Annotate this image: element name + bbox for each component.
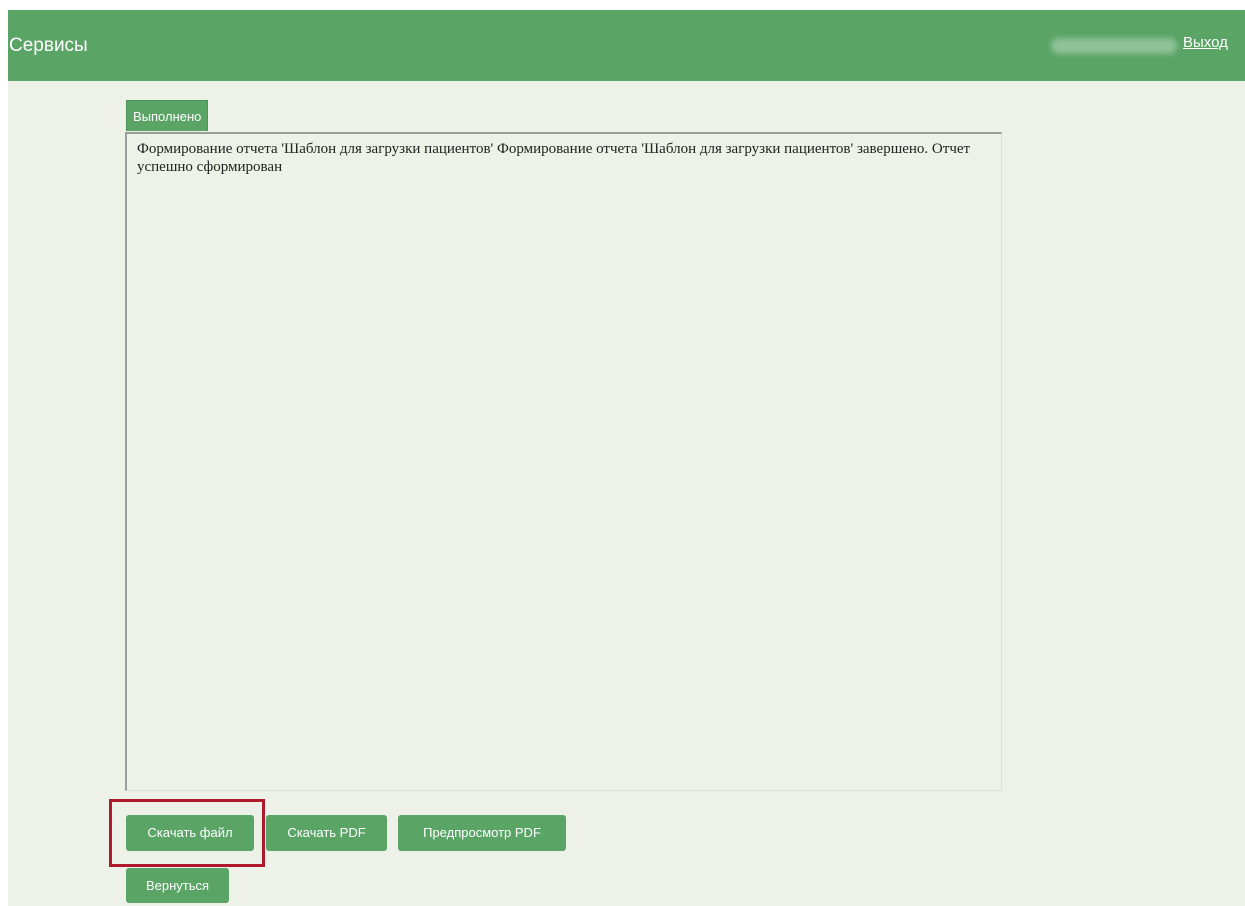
page: Сервисы Выход Выполнено Формирование отч… [8, 10, 1245, 906]
tab-completed[interactable]: Выполнено [126, 100, 209, 131]
header-bar: Сервисы Выход [8, 10, 1245, 81]
app-title: Сервисы [9, 35, 88, 56]
report-output-area[interactable]: Формирование отчета 'Шаблон для загрузки… [125, 132, 1002, 791]
download-file-button[interactable]: Скачать файл [126, 815, 254, 851]
blurred-user-name [1051, 38, 1177, 54]
report-message: Формирование отчета 'Шаблон для загрузки… [137, 141, 971, 175]
back-button[interactable]: Вернуться [126, 868, 229, 903]
logout-link[interactable]: Выход [1183, 34, 1228, 51]
download-pdf-button[interactable]: Скачать PDF [266, 815, 387, 851]
preview-pdf-button[interactable]: Предпросмотр PDF [398, 815, 566, 851]
